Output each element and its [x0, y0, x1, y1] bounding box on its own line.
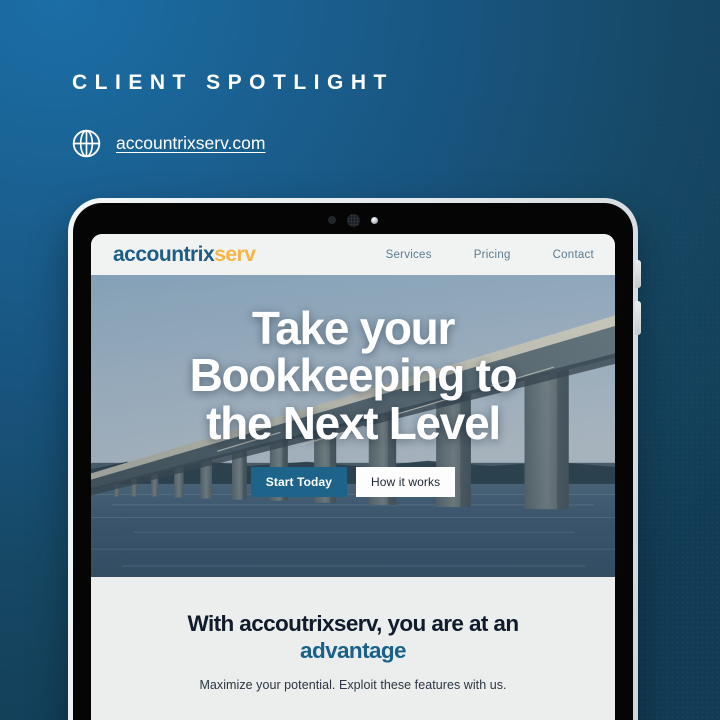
hero-title-line3: the Next Level	[206, 396, 501, 449]
features-heading: With accoutrixserv, you are at an advant…	[121, 610, 585, 665]
website-url-text: accountrixserv.com	[116, 133, 266, 153]
website-link[interactable]: accountrixserv.com	[70, 127, 265, 160]
hero-title: Take your Bookkeeping to the Next Level	[189, 302, 518, 449]
tablet-volume-button[interactable]	[635, 260, 641, 288]
speaker-grille-icon	[347, 213, 360, 227]
how-it-works-button[interactable]: How it works	[356, 467, 456, 498]
hero-title-line2: Bookkeeping to	[189, 349, 518, 402]
tablet-sensor-cluster	[73, 213, 633, 227]
front-camera-icon	[328, 216, 336, 224]
status-led-icon	[371, 216, 378, 224]
hero-content: Take your Bookkeeping to the Next Level …	[91, 275, 615, 577]
tablet-mockup: accountrixserv Services Pricing Contact	[68, 198, 641, 720]
site-header: accountrixserv Services Pricing Contact	[91, 234, 615, 275]
site-nav: Services Pricing Contact	[386, 249, 594, 261]
tablet-power-button[interactable]	[635, 301, 641, 335]
logo-text-primary: accountrix	[113, 243, 215, 266]
eyebrow-label: CLIENT SPOTLIGHT	[72, 71, 394, 94]
logo-text-accent: serv	[214, 243, 256, 266]
features-heading-accent: advantage	[300, 638, 407, 664]
tablet-screen: accountrixserv Services Pricing Contact	[91, 234, 615, 720]
features-heading-text: With accoutrixserv, you are at an	[187, 611, 520, 636]
hero-button-group: Start Today How it works	[250, 467, 456, 498]
features-section: With accoutrixserv, you are at an advant…	[91, 577, 615, 692]
nav-item-services[interactable]: Services	[386, 249, 432, 261]
start-today-button[interactable]: Start Today	[250, 467, 347, 498]
hero-title-line1: Take your	[251, 302, 456, 354]
poster-canvas: CLIENT SPOTLIGHT accountrixserv.com acco…	[0, 0, 720, 720]
nav-item-pricing[interactable]: Pricing	[474, 249, 511, 261]
nav-item-contact[interactable]: Contact	[553, 249, 594, 261]
site-logo[interactable]: accountrixserv	[113, 243, 256, 266]
hero-section: Take your Bookkeeping to the Next Level …	[91, 275, 615, 577]
tablet-bezel: accountrixserv Services Pricing Contact	[73, 203, 633, 720]
features-subtext: Maximize your potential. Exploit these f…	[199, 677, 507, 692]
globe-icon	[70, 127, 103, 160]
